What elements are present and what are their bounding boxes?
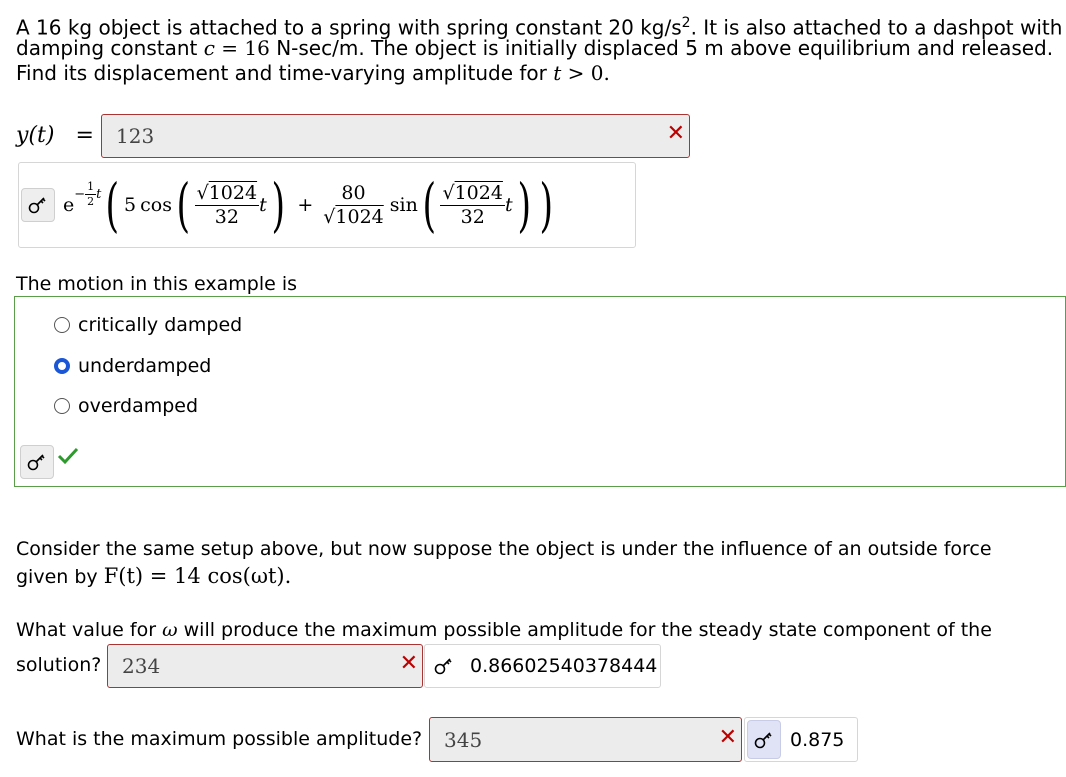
sin-coef-fraction: 80 √1024 [323, 181, 384, 228]
problem-text: damping constant [16, 36, 198, 60]
frac-num: 1 [85, 180, 97, 195]
math-var: c [203, 36, 215, 60]
math-text: > 0. [561, 61, 610, 85]
omega-input-field[interactable]: ✕ [107, 644, 423, 688]
part2-text: given by [16, 566, 98, 588]
motion-prompt: The motion in this example is [16, 273, 298, 295]
frac-den: 32 [214, 205, 239, 228]
radio-underdamped[interactable] [54, 358, 70, 374]
sin-fraction: √1024 32 [440, 181, 505, 228]
check-mark-icon [57, 447, 79, 465]
problem-line-3: Find its displacement and time-varying a… [16, 61, 610, 86]
paren-close: ) [517, 171, 531, 239]
yt-input-field[interactable]: ✕ [101, 114, 690, 158]
frac-den: 2 [87, 194, 95, 208]
math-text: = 16 [214, 36, 270, 60]
show-answer-button[interactable] [427, 647, 461, 685]
exp-fraction: 12 [85, 180, 97, 208]
math-var: ω [162, 619, 178, 641]
yt-input[interactable] [102, 115, 586, 157]
paren-close: ) [539, 171, 554, 239]
force-formula: F(t) = 14 cos(ωt). [103, 564, 292, 588]
yt-answer-expression: e − 12 t ( 5 cos ( √1024 32 t ) + 80 √1024… [63, 176, 558, 234]
key-icon [754, 731, 772, 748]
frac-den: 32 [460, 205, 485, 228]
yt-text: y(t) [16, 123, 55, 148]
omega-answer-box: 0.86602540378444 [424, 644, 661, 688]
question-text: What value for [16, 619, 157, 641]
problem-text: N-sec/m. The object is initially displac… [276, 36, 1054, 60]
yt-label: y(t) = [16, 123, 94, 148]
paren-open: ( [105, 171, 120, 239]
key-icon [27, 454, 45, 471]
math-sign: − [74, 186, 86, 202]
radicand: 1024 [454, 181, 503, 204]
key-icon [434, 658, 452, 675]
cos-fraction: √1024 32 [194, 181, 260, 228]
math-var: t [96, 186, 102, 202]
yt-answer-box: e − 12 t ( 5 cos ( √1024 32 t ) + 80 √1024… [18, 162, 636, 248]
omega-answer-value: 0.86602540378444 [470, 655, 658, 677]
equals-sign: = [75, 123, 94, 148]
x-mark-icon: ✕ [718, 725, 737, 750]
amp-input[interactable] [430, 718, 693, 761]
radicand: 1024 [335, 205, 384, 228]
amp-answer-value: 0.875 [790, 728, 845, 751]
radio-overdamped[interactable] [54, 398, 70, 414]
key-icon [28, 197, 46, 214]
omega-question-cont: solution? [16, 654, 102, 676]
amp-input-field[interactable]: ✕ [429, 717, 742, 762]
question-text: will produce the maximum possible amplit… [183, 619, 992, 641]
paren-open: ( [176, 171, 191, 239]
math-e: e [63, 194, 75, 216]
option-label[interactable]: overdamped [78, 395, 198, 417]
problem-line-2: damping constant c = 16 N-sec/m. The obj… [16, 36, 1053, 61]
part2-line-2: given by F(t) = 14 cos(ωt). [16, 564, 291, 590]
amp-answer-box: 0.875 [744, 717, 858, 762]
math-func: cos [140, 194, 172, 216]
paren-open: ( [422, 171, 436, 239]
x-mark-icon: ✕ [666, 121, 685, 146]
frac-num: 80 [339, 181, 368, 206]
math-plus: + [297, 194, 314, 216]
superscript: 2 [681, 15, 691, 31]
omega-input[interactable] [108, 645, 374, 687]
show-answer-button[interactable] [747, 720, 781, 759]
math-func: sin [389, 194, 418, 216]
math-var: t [504, 194, 513, 216]
motion-panel: critically damped underdamped overdamped [14, 296, 1066, 487]
exponent: − 12 t [74, 180, 101, 207]
option-label[interactable]: critically damped [78, 314, 242, 336]
amp-question: What is the maximum possible amplitude? [16, 728, 423, 750]
math-var: t [259, 194, 267, 216]
show-answer-button[interactable] [20, 445, 54, 479]
option-label[interactable]: underdamped [78, 355, 211, 377]
radicand: 1024 [208, 181, 258, 204]
paren-close: ) [271, 171, 285, 239]
omega-question: What value for ω will produce the maximu… [16, 618, 992, 643]
problem-text: Find its displacement and time-varying a… [16, 61, 547, 85]
part2-line-1: Consider the same setup above, but now s… [16, 538, 992, 560]
x-mark-icon: ✕ [399, 651, 418, 676]
math-num: 5 [124, 194, 137, 216]
radio-critically-damped[interactable] [54, 317, 70, 333]
show-answer-button[interactable] [21, 188, 55, 222]
